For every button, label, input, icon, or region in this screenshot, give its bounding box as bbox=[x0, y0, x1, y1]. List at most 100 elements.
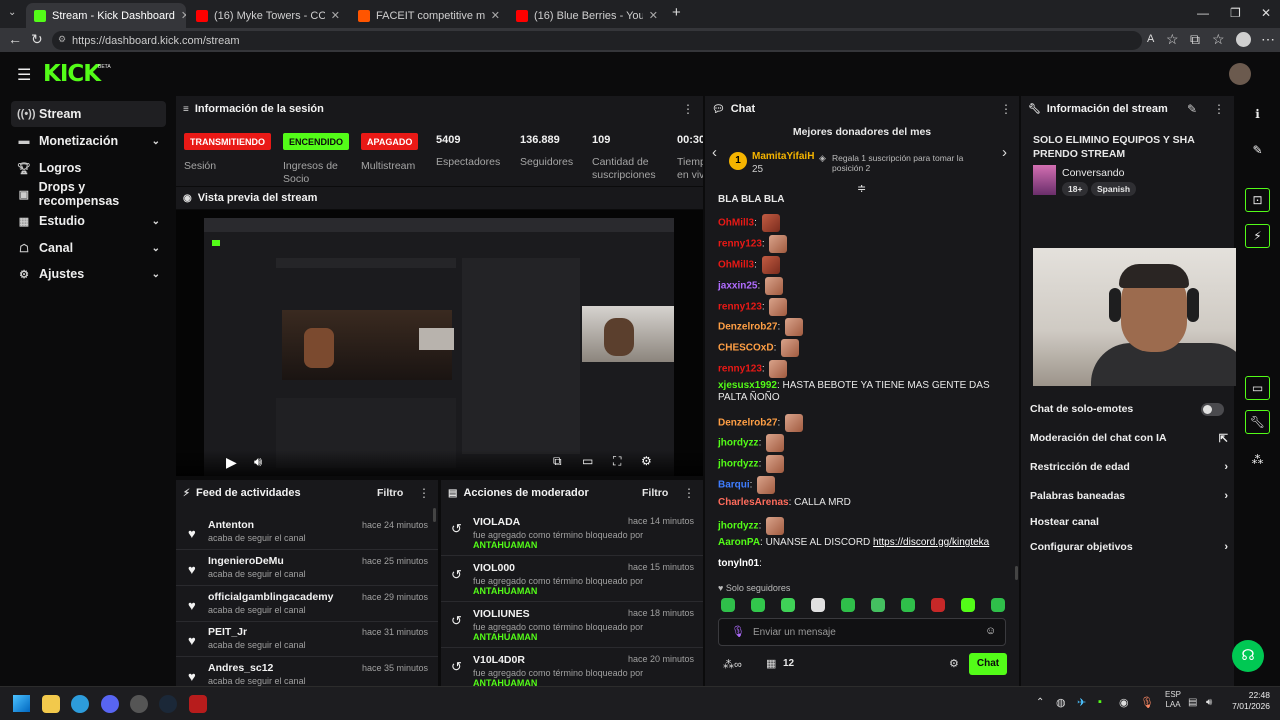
microphone-icon[interactable]: 🎙︎ bbox=[731, 625, 745, 638]
network-icon[interactable]: ▤ bbox=[1188, 697, 1197, 708]
favorite-star-icon[interactable]: ☆ bbox=[1166, 31, 1179, 48]
chat-username[interactable]: xjesusx1992 bbox=[718, 380, 777, 391]
chat-username[interactable]: renny123 bbox=[718, 364, 762, 375]
send-chat-button[interactable]: Chat bbox=[969, 653, 1007, 675]
sidebar-item-estudio[interactable]: ▦ Estudio ⌄ bbox=[11, 208, 166, 234]
quick-emote[interactable] bbox=[901, 598, 915, 612]
tab-youtube-2[interactable]: (16) Blue Berries - YouTube ✕ bbox=[508, 3, 666, 28]
emote-image[interactable] bbox=[769, 360, 788, 378]
volume-icon[interactable]: 🔊︎ bbox=[254, 454, 262, 470]
moderator-name[interactable]: ANTAHUAMAN bbox=[473, 540, 537, 550]
theater-icon[interactable]: ▭ bbox=[582, 454, 593, 468]
follower-name[interactable]: IngenieroDeMu bbox=[208, 555, 284, 567]
chat-username[interactable]: renny123 bbox=[718, 302, 762, 313]
close-icon[interactable]: ✕ bbox=[643, 9, 658, 22]
filter-button[interactable]: Filtro bbox=[377, 487, 403, 499]
camera-icon[interactable]: ⊡ bbox=[1245, 188, 1270, 212]
user-avatar[interactable] bbox=[1229, 63, 1251, 85]
age-restriction-row[interactable]: Restricción de edad › bbox=[1030, 461, 1228, 473]
chat-username[interactable]: jhordyzz bbox=[718, 521, 759, 532]
quick-emote[interactable] bbox=[721, 598, 735, 612]
chat-username[interactable]: CharlesArenas bbox=[718, 497, 789, 508]
dota-icon[interactable] bbox=[189, 695, 207, 713]
edit-icon[interactable]: ✎ bbox=[1187, 102, 1197, 116]
emote-image[interactable] bbox=[761, 214, 780, 232]
pencil-icon[interactable]: ✎ bbox=[1245, 138, 1270, 162]
more-options-icon[interactable]: ⋮ bbox=[682, 102, 694, 116]
back-icon[interactable]: ← bbox=[8, 31, 22, 47]
follower-name[interactable]: officialgamblingacademy bbox=[208, 591, 333, 603]
chat-settings-icon[interactable]: ⚙ bbox=[949, 657, 959, 670]
hamburger-menu-icon[interactable]: ☰ bbox=[17, 65, 31, 85]
url-field[interactable]: ⚙ https://dashboard.kick.com/stream bbox=[52, 31, 1142, 50]
chat-username[interactable]: OhMill3 bbox=[718, 260, 754, 271]
chat-message-input[interactable]: 🎙︎ Enviar un mensaje ☺ bbox=[718, 618, 1006, 646]
extensions-icon[interactable]: ⧉ bbox=[1190, 31, 1200, 48]
more-icon[interactable]: ⋯ bbox=[1261, 31, 1275, 48]
quick-emote[interactable] bbox=[991, 598, 1005, 612]
more-options-icon[interactable]: ⋮ bbox=[1000, 102, 1012, 116]
profile-avatar[interactable] bbox=[1236, 32, 1251, 47]
steam-icon[interactable] bbox=[159, 695, 177, 713]
tab-youtube-1[interactable]: (16) Myke Towers - COMPETENCIA ✕ bbox=[188, 3, 348, 28]
quick-emote[interactable] bbox=[931, 598, 945, 612]
info-icon[interactable]: ℹ bbox=[1245, 102, 1270, 126]
scrollbar[interactable] bbox=[1015, 566, 1018, 580]
language-indicator[interactable]: ESP LAA bbox=[1165, 690, 1181, 710]
moderator-name[interactable]: ANTAHUAMAN bbox=[473, 678, 537, 686]
windows-start-icon[interactable] bbox=[13, 695, 30, 712]
chat-username[interactable]: renny123 bbox=[718, 239, 762, 250]
category-thumbnail[interactable] bbox=[1033, 165, 1056, 195]
banned-words-row[interactable]: Palabras baneadas › bbox=[1030, 490, 1228, 502]
obs-icon[interactable] bbox=[130, 695, 148, 713]
site-info-icon[interactable]: ⚙ bbox=[58, 34, 66, 45]
tray-expand-icon[interactable]: ⌃ bbox=[1036, 697, 1044, 708]
chat-username[interactable]: jhordyzz bbox=[718, 459, 759, 470]
emote-image[interactable] bbox=[766, 517, 785, 535]
tray-app-icon[interactable]: ▪ bbox=[1098, 696, 1102, 708]
moderator-name[interactable]: ANTAHUAMAN bbox=[473, 586, 537, 596]
more-options-icon[interactable]: ⋮ bbox=[1213, 102, 1225, 116]
chat-username[interactable]: OhMill3 bbox=[718, 218, 754, 229]
microphone-icon[interactable]: 🎙︎ bbox=[1140, 696, 1154, 709]
chat-username[interactable]: Denzelrob27 bbox=[718, 418, 777, 429]
category-name[interactable]: Conversando bbox=[1062, 167, 1124, 179]
scrollbar[interactable] bbox=[433, 508, 436, 522]
support-chat-icon[interactable]: ☊ bbox=[1232, 640, 1264, 672]
miniplayer-icon[interactable]: ⧉ bbox=[553, 454, 562, 469]
follower-name[interactable]: PEIT_Jr bbox=[208, 626, 247, 638]
emote-image[interactable] bbox=[785, 414, 804, 432]
emote-only-toggle[interactable] bbox=[1201, 403, 1224, 416]
sidebar-item-drops[interactable]: ▣ Drops y recompensas bbox=[11, 180, 166, 208]
stream-preview-video[interactable]: ▶ 🔊︎ ⧉ ▭ ⛶ ⚙ bbox=[176, 210, 703, 476]
emote-image[interactable] bbox=[781, 339, 800, 357]
chat-username[interactable]: jhordyzz bbox=[718, 438, 759, 449]
chat-username[interactable]: tonyln01 bbox=[718, 558, 759, 569]
ai-moderation-row[interactable]: Moderación del chat con IA ⇱ bbox=[1030, 432, 1228, 445]
emote-image[interactable] bbox=[769, 298, 788, 316]
chevron-right-icon[interactable]: › bbox=[1002, 144, 1007, 161]
kick-logo[interactable]: KICK bbox=[43, 61, 101, 87]
reload-icon[interactable]: ↻ bbox=[31, 31, 43, 48]
clock[interactable]: 22:48 7/01/2026 bbox=[1224, 690, 1270, 712]
host-channel-row[interactable]: Hostear canal bbox=[1030, 516, 1220, 528]
goals-row[interactable]: Configurar objetivos › bbox=[1030, 541, 1228, 553]
quick-emote[interactable] bbox=[841, 598, 855, 612]
users-icon[interactable]: ⁂∞ bbox=[723, 658, 742, 671]
emote-image[interactable] bbox=[785, 318, 804, 336]
minimize-icon[interactable]: — bbox=[1197, 6, 1209, 20]
tray-app-icon[interactable]: ✈︎ bbox=[1077, 696, 1086, 709]
tools-icon[interactable]: 🔧︎ bbox=[1245, 410, 1270, 434]
tab-list-icon[interactable]: ⌄ bbox=[8, 7, 16, 18]
read-aloud-icon[interactable]: A bbox=[1147, 33, 1154, 45]
donor-name[interactable]: MamitaYifaiH bbox=[752, 151, 814, 162]
tab-kick-dashboard[interactable]: Stream - Kick Dashboard ✕ bbox=[26, 3, 186, 28]
moderator-name[interactable]: ANTAHUAMAN bbox=[473, 632, 537, 642]
emote-image[interactable] bbox=[761, 256, 780, 274]
filter-button[interactable]: Filtro bbox=[642, 487, 668, 499]
file-explorer-icon[interactable] bbox=[42, 695, 60, 713]
chat-username[interactable]: AaronPA bbox=[718, 537, 760, 548]
emote-image[interactable] bbox=[765, 277, 784, 295]
quick-emote[interactable] bbox=[811, 598, 825, 612]
quick-emote[interactable] bbox=[871, 598, 885, 612]
